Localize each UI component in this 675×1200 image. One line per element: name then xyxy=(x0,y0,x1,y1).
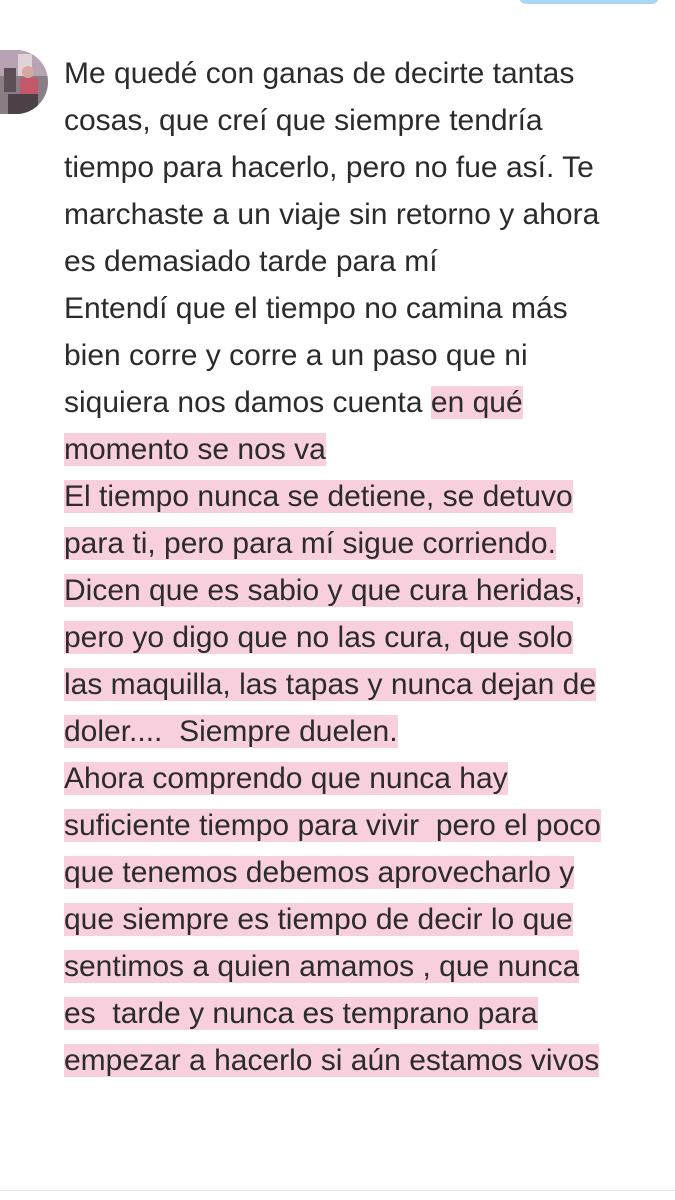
post-line-highlighted-text: El tiempo nunca se detiene, se detuvo xyxy=(64,480,573,513)
post-line: Ahora comprendo que nunca hay xyxy=(64,755,664,802)
post-line-highlighted-text: las maquilla, las tapas y nunca dejan de xyxy=(64,668,597,701)
post-line: marchaste a un viaje sin retorno y ahora xyxy=(64,191,664,238)
post-line: momento se nos va xyxy=(64,426,664,473)
post-text: Me quedé con ganas de decirte tantas cosa… xyxy=(64,50,664,1084)
post-line-highlighted-text: doler.... Siempre duelen. xyxy=(64,715,398,748)
post-line-text: Me quedé con ganas de decirte tantas xyxy=(64,57,575,90)
post-line-highlighted-text: para ti, pero para mí sigue corriendo. xyxy=(64,527,556,560)
post-line: bien corre y corre a un paso que ni xyxy=(64,332,664,379)
post-line-text: Entendí que el tiempo no camina más xyxy=(64,292,568,325)
post-line-highlighted-text: pero yo digo que no las cura, que solo xyxy=(64,621,573,654)
post-line: empezar a hacerlo si aún estamos vivos xyxy=(64,1037,664,1084)
top-action-pill[interactable] xyxy=(519,0,659,4)
post-line-text: tiempo para hacerlo, pero no fue así. Te xyxy=(64,151,594,184)
post-line-text: es demasiado tarde para mí xyxy=(64,245,438,278)
post-line-text: marchaste a un viaje sin retorno y ahora xyxy=(64,198,600,231)
post-line-highlighted-text: que tenemos debemos aprovecharlo y xyxy=(64,856,575,889)
post-line-highlighted-text: Dicen que es sabio y que cura heridas, xyxy=(64,574,583,607)
post-line: doler.... Siempre duelen. xyxy=(64,708,664,755)
post-line: que siempre es tiempo de decir lo que xyxy=(64,896,664,943)
post-line-highlighted-text: sentimos a quien amamos , que nunca xyxy=(64,950,580,983)
post-line-highlighted-text: Ahora comprendo que nunca hay xyxy=(64,762,508,795)
avatar-photo-icon xyxy=(0,50,48,114)
post-line: Me quedé con ganas de decirte tantas xyxy=(64,50,664,97)
post-line: El tiempo nunca se detiene, se detuvo xyxy=(64,473,664,520)
post-line-highlighted-text: suficiente tiempo para vivir pero el poc… xyxy=(64,809,601,842)
post-line-text: siquiera nos damos cuenta xyxy=(64,386,431,419)
post-line-text: cosas, que creí que siempre tendría xyxy=(64,104,543,137)
divider xyxy=(0,1190,675,1191)
post-line: que tenemos debemos aprovecharlo y xyxy=(64,849,664,896)
post-line: suficiente tiempo para vivir pero el poc… xyxy=(64,802,664,849)
post-line: tiempo para hacerlo, pero no fue así. Te xyxy=(64,144,664,191)
post-line: Entendí que el tiempo no camina más xyxy=(64,285,664,332)
post-line-highlighted-text: empezar a hacerlo si aún estamos vivos xyxy=(64,1044,600,1077)
post-line-highlighted-text: que siempre es tiempo de decir lo que xyxy=(64,903,573,936)
post-line: las maquilla, las tapas y nunca dejan de xyxy=(64,661,664,708)
post-line: Dicen que es sabio y que cura heridas, xyxy=(64,567,664,614)
post-line: es demasiado tarde para mí xyxy=(64,238,664,285)
post-line: es tarde y nunca es temprano para xyxy=(64,990,664,1037)
avatar[interactable] xyxy=(0,50,48,114)
post-line: pero yo digo que no las cura, que solo xyxy=(64,614,664,661)
post-line: siquiera nos damos cuenta en qué xyxy=(64,379,664,426)
post-line: para ti, pero para mí sigue corriendo. xyxy=(64,520,664,567)
post-line-highlighted-text: momento se nos va xyxy=(64,433,326,466)
post-line-highlighted-text: es tarde y nunca es temprano para xyxy=(64,997,538,1030)
post-line-text: bien corre y corre a un paso que ni xyxy=(64,339,528,372)
post-line-highlighted-text: en qué xyxy=(430,386,523,419)
post-line: sentimos a quien amamos , que nunca xyxy=(64,943,664,990)
post-line: cosas, que creí que siempre tendría xyxy=(64,97,664,144)
